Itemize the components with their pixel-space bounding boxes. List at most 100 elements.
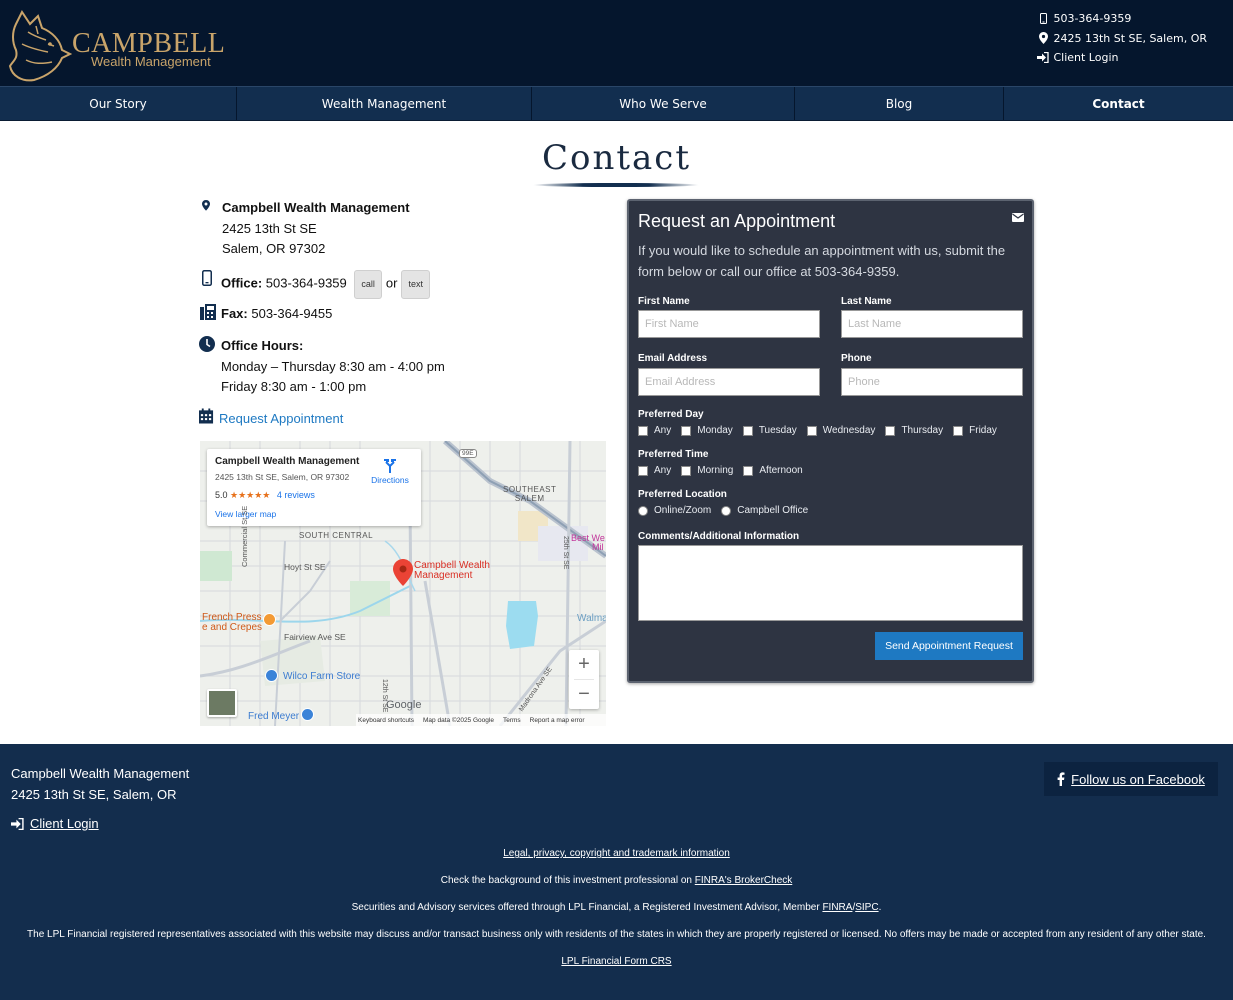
- footer-client-login[interactable]: Client Login: [11, 816, 99, 831]
- page-title: Contact: [541, 138, 692, 178]
- location-office-option[interactable]: Campbell Office: [721, 505, 808, 516]
- hours-label: Office Hours:: [221, 338, 304, 353]
- checkbox[interactable]: [953, 425, 964, 436]
- text-button[interactable]: text: [401, 270, 430, 299]
- time-morning-option[interactable]: Morning: [681, 465, 733, 476]
- securities-prefix: Securities and Advisory services offered…: [351, 902, 823, 913]
- comments-textarea[interactable]: [638, 545, 1023, 621]
- checkbox[interactable]: [806, 425, 817, 436]
- day-tuesday-option[interactable]: Tuesday: [742, 425, 797, 436]
- map-label-southeast: SOUTHEAST: [503, 485, 557, 494]
- checkbox[interactable]: [638, 425, 648, 436]
- first-name-label: First Name: [638, 296, 690, 307]
- facebook-button[interactable]: Follow us on Facebook: [1044, 762, 1218, 796]
- day-monday-option[interactable]: Monday: [681, 425, 733, 436]
- nav-contact[interactable]: Contact: [1004, 87, 1233, 120]
- checkbox[interactable]: [885, 425, 896, 436]
- map-label-25th: 25th St SE: [562, 536, 569, 570]
- checkbox[interactable]: [681, 465, 692, 476]
- header-address[interactable]: 2425 13th St SE, Salem, OR: [1037, 29, 1207, 49]
- restaurant-marker-icon[interactable]: [263, 613, 276, 626]
- report-error-link[interactable]: Report a map error: [530, 717, 585, 724]
- email-input[interactable]: [638, 368, 820, 396]
- sipc-link[interactable]: SIPC: [855, 902, 878, 913]
- preferred-time-options: Any Morning Afternoon: [638, 465, 813, 476]
- finra-link[interactable]: FINRA: [822, 902, 852, 913]
- nav-blog[interactable]: Blog: [795, 87, 1004, 120]
- header-phone[interactable]: 503-364-9359: [1037, 9, 1207, 29]
- call-button[interactable]: call: [354, 270, 382, 299]
- option-label: Morning: [697, 465, 734, 476]
- radio[interactable]: [638, 505, 648, 516]
- clock-icon: [199, 336, 215, 352]
- day-friday-option[interactable]: Friday: [953, 425, 997, 436]
- checkbox[interactable]: [742, 425, 753, 436]
- office-phone[interactable]: 503-364-9359: [266, 276, 347, 291]
- map-label-crepes: e and Crepes: [202, 622, 263, 633]
- time-any-option[interactable]: Any: [638, 465, 671, 476]
- form-crs-link[interactable]: LPL Financial Form CRS: [561, 956, 671, 967]
- checkbox[interactable]: [743, 465, 754, 476]
- fax-block: Fax: 503-364-9455: [198, 304, 608, 324]
- terms-link[interactable]: Terms: [503, 717, 521, 724]
- send-appointment-button[interactable]: Send Appointment Request: [875, 632, 1023, 660]
- period-text: .: [878, 902, 882, 913]
- phone-input[interactable]: [841, 368, 1023, 396]
- fax-icon: [200, 304, 216, 320]
- shopping-marker-icon[interactable]: [265, 669, 278, 682]
- sign-in-icon: [11, 817, 24, 830]
- map-card-address: 2425 13th St SE, Salem, OR 97302: [215, 472, 350, 482]
- sign-in-icon: [1037, 52, 1050, 64]
- header-client-login[interactable]: Client Login: [1037, 48, 1207, 68]
- checkbox[interactable]: [638, 465, 648, 476]
- first-name-input[interactable]: [638, 310, 820, 338]
- street-address: 2425 13th St SE: [222, 220, 317, 236]
- map-satellite-toggle[interactable]: [207, 689, 237, 717]
- email-label: Email Address: [638, 353, 708, 364]
- location-pin-icon[interactable]: [393, 559, 413, 586]
- option-label: Campbell Office: [737, 505, 809, 516]
- nav-our-story[interactable]: Our Story: [0, 87, 237, 120]
- day-wednesday-option[interactable]: Wednesday: [806, 425, 875, 436]
- map-label-mil: Mil: [592, 542, 604, 552]
- zoom-in-button[interactable]: +: [569, 650, 599, 679]
- brokercheck-link[interactable]: FINRA's BrokerCheck: [695, 875, 793, 886]
- directions-button[interactable]: Directions: [369, 459, 411, 485]
- footer-street: 2425 13th St SE, Salem, OR: [11, 786, 177, 802]
- day-any-option[interactable]: Any: [638, 425, 671, 436]
- office-hours-block: Office Hours: Monday – Thursday 8:30 am …: [198, 336, 608, 398]
- last-name-input[interactable]: [841, 310, 1023, 338]
- securities-line: Securities and Advisory services offered…: [0, 902, 1233, 913]
- map-label-wilco: Wilco Farm Store: [283, 671, 361, 682]
- keyboard-shortcuts-link[interactable]: Keyboard shortcuts: [358, 717, 414, 724]
- option-label: Tuesday: [758, 425, 797, 436]
- checkbox[interactable]: [681, 425, 692, 436]
- rating-stars: ★★★★★: [230, 490, 271, 500]
- nav-who-we-serve[interactable]: Who We Serve: [532, 87, 795, 120]
- site-logo[interactable]: CAMPBELL Wealth Management: [8, 10, 225, 84]
- time-afternoon-option[interactable]: Afternoon: [743, 465, 803, 476]
- option-label: Monday: [697, 425, 733, 436]
- map-label-hoyt: Hoyt St SE: [284, 562, 326, 572]
- day-thursday-option[interactable]: Thursday: [885, 425, 943, 436]
- store-marker-icon[interactable]: [301, 708, 314, 721]
- option-label: Friday: [969, 425, 997, 436]
- zoom-out-button[interactable]: −: [569, 680, 599, 709]
- legal-link[interactable]: Legal, privacy, copyright and trademark …: [503, 848, 730, 859]
- brokercheck-prefix: Check the background of this investment …: [440, 875, 695, 886]
- office-phone-block: Office: 503-364-9359 call or text: [198, 270, 608, 299]
- location-online-option[interactable]: Online/Zoom: [638, 505, 711, 516]
- reviews-link[interactable]: 4 reviews: [277, 490, 315, 500]
- wolf-logo-icon: [8, 10, 72, 82]
- nav-wealth-management[interactable]: Wealth Management: [237, 87, 532, 120]
- radio[interactable]: [721, 505, 732, 516]
- highway-shield: 99E: [459, 449, 477, 458]
- request-appointment-link[interactable]: Request Appointment: [198, 408, 608, 428]
- option-label: Online/Zoom: [654, 505, 712, 516]
- footer-address: Campbell Wealth Management 2425 13th St …: [11, 764, 189, 805]
- google-map[interactable]: Campbell Wealth Management 2425 13th St …: [200, 441, 606, 726]
- brokercheck-line: Check the background of this investment …: [0, 875, 1233, 886]
- map-label-commercial: Commercial St SE: [240, 505, 249, 567]
- title-underline: [533, 183, 699, 187]
- map-label-walmart: Walma: [577, 613, 606, 624]
